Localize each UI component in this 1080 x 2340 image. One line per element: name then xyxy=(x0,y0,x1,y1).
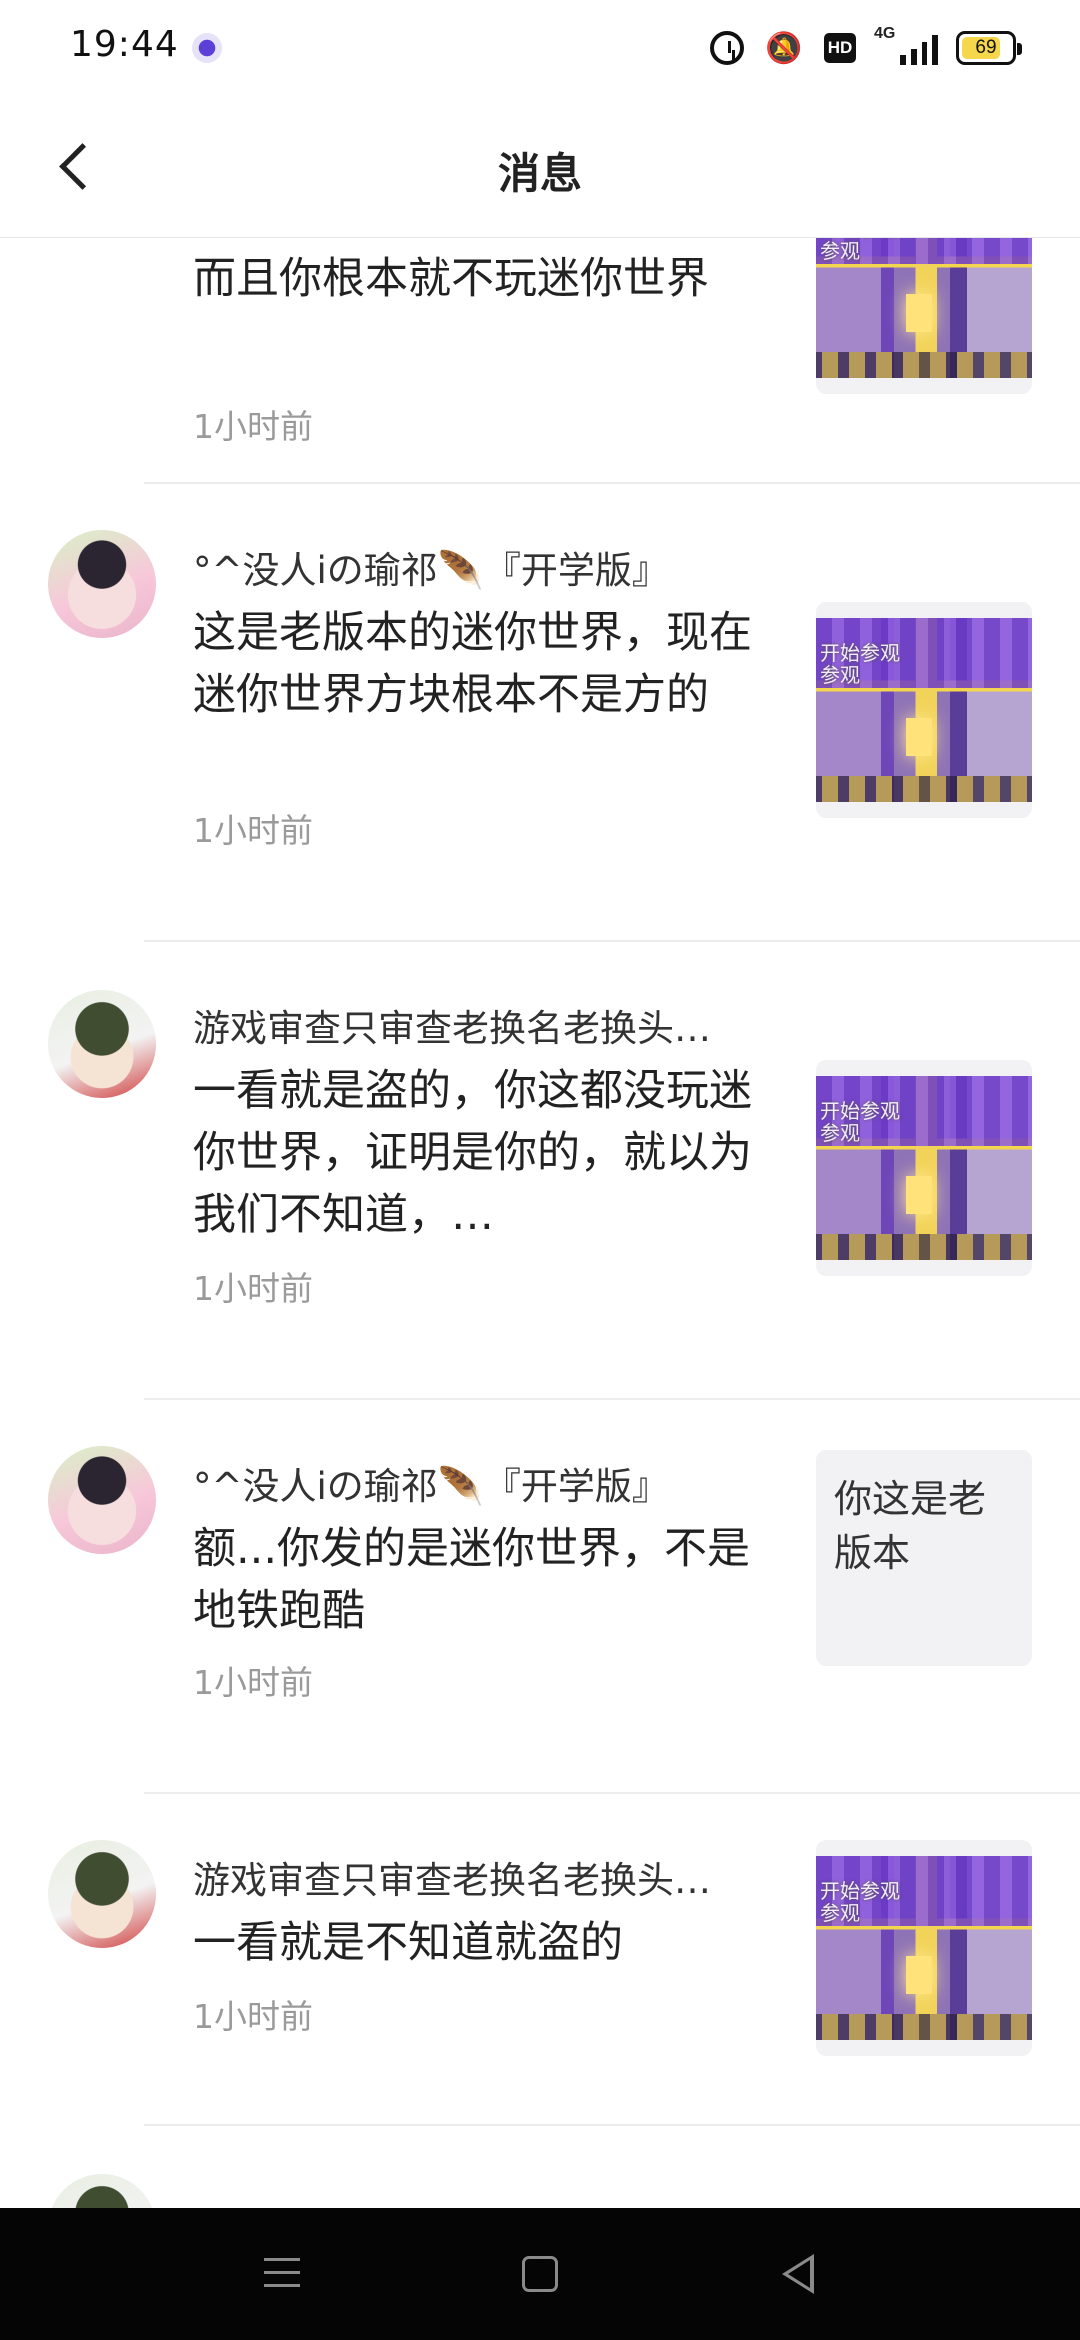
divider xyxy=(144,940,1080,942)
thumbnail-overlay-text: 开始参观参观 xyxy=(820,641,900,687)
app-notification-icon xyxy=(192,33,222,63)
back-triangle-icon[interactable] xyxy=(782,2254,814,2294)
reply-preview[interactable]: 你这是老版本 xyxy=(816,1450,1032,1666)
timestamp: 1小时前 xyxy=(193,407,313,446)
avatar[interactable] xyxy=(48,530,156,638)
author-name[interactable]: 游戏审查只审查老换名老换头… xyxy=(193,998,773,1052)
page-title: 消息 xyxy=(497,149,582,198)
signal-icon: 4G xyxy=(874,25,938,65)
hd-icon: HD xyxy=(824,33,856,63)
mute-vibrate-icon: 🔕 xyxy=(765,30,803,66)
author-name[interactable]: °^没人i⁠の瑜祁🪶『开学版』 xyxy=(193,1456,773,1510)
game-hotbar xyxy=(816,2014,1032,2040)
post-thumbnail[interactable]: 开始参观参观 xyxy=(816,1060,1032,1276)
divider xyxy=(144,2124,1080,2126)
battery-icon: 69 xyxy=(956,31,1022,65)
thumbnail-overlay-text: 开始参观参观 xyxy=(820,1879,900,1925)
avatar[interactable] xyxy=(48,2174,156,2208)
comment-text: 这是老版本的迷你世界，现在迷你世界方块根本不是方的 xyxy=(193,608,752,720)
status-icons: 🔕 HD 4G 69 xyxy=(710,25,1022,70)
author-name[interactable]: °^没人i⁠の瑜祁🪶『开学版』 xyxy=(193,540,773,594)
message-list[interactable]: 而且你根本就不玩迷你世界 1小时前 开始参观参观 °^没人i⁠の瑜祁🪶『开学版』… xyxy=(0,238,1080,2208)
timestamp: 1小时前 xyxy=(193,1663,313,1702)
comment-text: 而且你根本就不玩迷你世界 xyxy=(193,254,709,304)
status-time: 19:44 xyxy=(70,24,179,65)
thumbnail-overlay-text: 开始参观参观 xyxy=(820,238,900,263)
system-navigation-bar xyxy=(0,2208,1080,2340)
game-hotbar xyxy=(816,776,1032,802)
comment-text: 一看就是不知道就盗的 xyxy=(193,1918,623,1968)
status-bar: 19:44 🔕 HD 4G 69 xyxy=(0,0,1080,96)
game-hotbar xyxy=(816,352,1032,378)
comment-text: 一看就是盗的，你这都没玩迷你世界，证明是你的，就以为我们不知道，… xyxy=(193,1066,752,1240)
post-thumbnail[interactable]: 开始参观参观 xyxy=(816,238,1032,394)
network-type: 4G xyxy=(874,25,896,42)
top-app-bar: 消息 xyxy=(0,96,1080,238)
alarm-icon xyxy=(710,31,744,65)
avatar[interactable] xyxy=(48,1840,156,1948)
timestamp: 1小时前 xyxy=(193,811,313,850)
author-name[interactable]: 游戏审查只审查老换名老换头… xyxy=(193,1850,773,1904)
timestamp: 1小时前 xyxy=(193,1269,313,1308)
comment-text: 额...你发的是迷你世界，不是地铁跑酷 xyxy=(193,1524,751,1636)
divider xyxy=(144,1398,1080,1400)
timestamp: 1小时前 xyxy=(193,1997,313,2036)
divider xyxy=(144,1792,1080,1794)
battery-level: 69 xyxy=(975,37,997,58)
reply-preview-text: 你这是老版本 xyxy=(834,1477,987,1575)
avatar[interactable] xyxy=(48,990,156,1098)
game-hotbar xyxy=(816,1234,1032,1260)
avatar[interactable] xyxy=(48,1446,156,1554)
thumbnail-overlay-text: 开始参观参观 xyxy=(820,1099,900,1145)
menu-icon[interactable] xyxy=(264,2258,300,2288)
post-thumbnail[interactable]: 开始参观参观 xyxy=(816,602,1032,818)
post-thumbnail[interactable]: 开始参观参观 xyxy=(816,1840,1032,2056)
home-icon[interactable] xyxy=(522,2256,558,2292)
divider xyxy=(144,482,1080,484)
